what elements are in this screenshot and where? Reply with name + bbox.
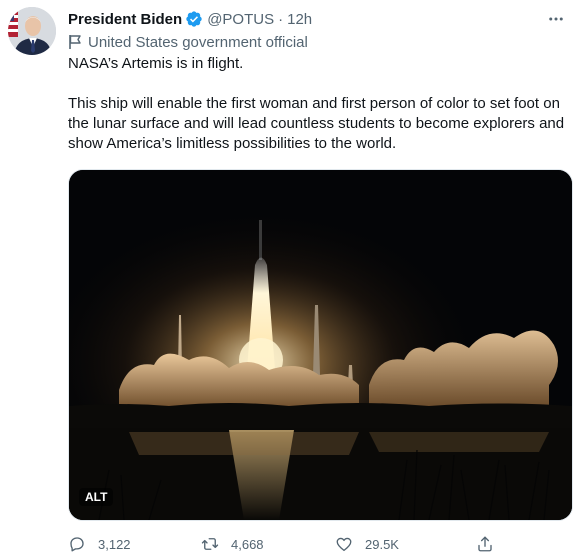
reply-count: 3,122 [98, 536, 131, 552]
retweet-count: 4,668 [231, 536, 264, 552]
tweet-text-line-2: This ship will enable the first woman an… [68, 95, 565, 152]
verified-badge-icon [185, 10, 203, 28]
share-icon [474, 533, 496, 555]
reply-button[interactable]: 3,122 [66, 533, 131, 555]
rocket-launch-photo [69, 170, 572, 520]
more-options-icon[interactable] [544, 8, 568, 30]
heart-icon [333, 533, 355, 555]
retweet-button[interactable]: 4,668 [199, 533, 264, 555]
share-button[interactable] [474, 533, 506, 555]
tweet-media-photo[interactable]: ALT [68, 169, 573, 521]
separator-dot: · [278, 10, 284, 28]
reply-icon [66, 533, 88, 555]
author-name[interactable]: President Biden [68, 11, 182, 28]
government-label-text: United States government official [88, 33, 308, 51]
alt-text-badge[interactable]: ALT [79, 488, 114, 506]
avatar[interactable] [8, 7, 56, 55]
government-label[interactable]: United States government official [68, 32, 308, 52]
tweet-text-line-1: NASA’s Artemis is in flight. [68, 55, 244, 72]
retweet-icon [199, 533, 221, 555]
like-button[interactable]: 29.5K [333, 533, 399, 555]
tweet-text: NASA’s Artemis is in flight. This ship w… [68, 54, 572, 154]
tweet-header: President Biden @POTUS · 12h [68, 8, 568, 30]
flag-icon [68, 34, 82, 50]
like-count: 29.5K [365, 536, 399, 552]
tweet-timestamp[interactable]: 12h [287, 11, 312, 28]
tweet-actions-bar: 3,122 4,668 29.5K [60, 533, 500, 555]
tweet-card[interactable]: President Biden @POTUS · 12h United Stat… [0, 0, 584, 557]
author-handle[interactable]: @POTUS [207, 11, 274, 28]
